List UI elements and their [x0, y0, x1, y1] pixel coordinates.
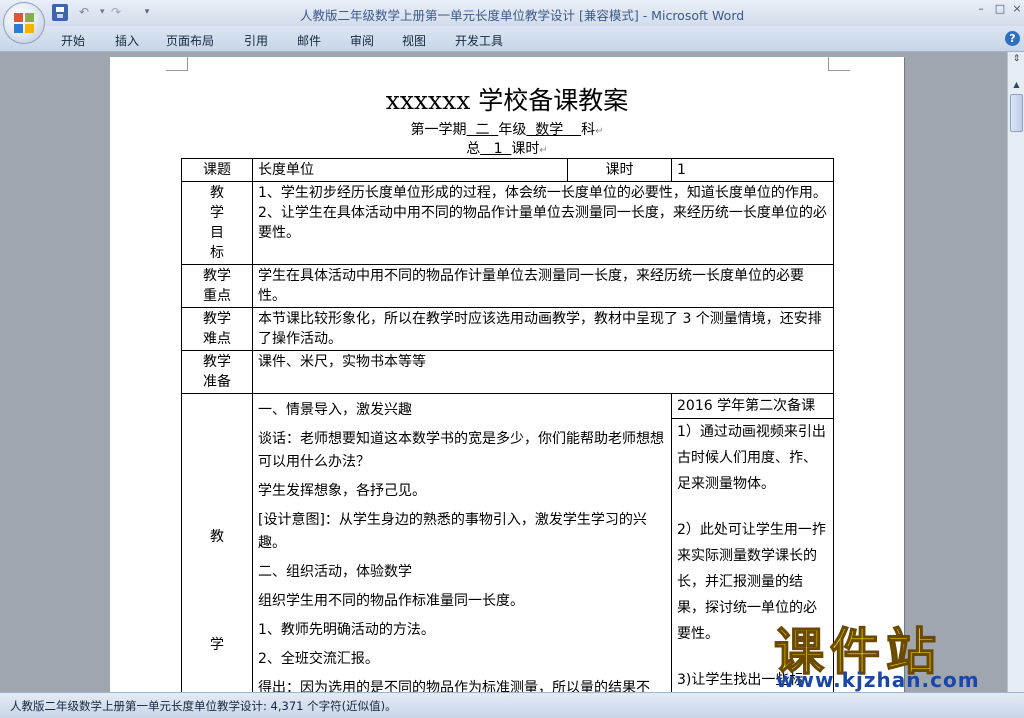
preparation-label: 教学 准备: [181, 350, 253, 394]
process-line: 谈话：老师想要知道这本数学书的宽是多少，你们能帮助老师想想可以用什么办法？: [258, 431, 664, 470]
goals-cell[interactable]: 1、学生初步经历长度单位形成的过程，体会统一长度单位的必要性，知道长度单位的作用…: [252, 181, 834, 265]
topic-label: 课题: [181, 158, 253, 182]
goals-item-1: 1、学生初步经历长度单位形成的过程，体会统一长度单位的必要性，知道长度单位的作用…: [258, 185, 827, 201]
table-row: 教学 准备 课件、米尺，实物书本等等: [181, 350, 834, 394]
topic-value[interactable]: 长度单位: [252, 158, 568, 182]
margin-corner-mark: [828, 57, 850, 71]
undo-icon[interactable]: ↶: [76, 4, 92, 21]
save-icon[interactable]: [52, 4, 68, 21]
status-text: 人教版二年级数学上册第一单元长度单位教学设计: 4,371 个字符(近似值)。: [10, 699, 397, 713]
paragraph-mark-icon: ↵: [539, 145, 548, 156]
grade-value: 二: [466, 122, 499, 138]
watermark-url: www.kjzhan.com: [776, 668, 980, 692]
close-button[interactable]: ×: [1008, 2, 1024, 16]
difficulties-label: 教学 难点: [181, 307, 253, 351]
table-row: 教学 难点 本节课比较形象化，所以在教学时应该选用动画教学，教材中呈现了 3 个…: [181, 307, 834, 351]
total-count: 1: [480, 141, 512, 157]
help-icon[interactable]: ?: [1005, 31, 1020, 46]
table-row: 教 学 目 标 1、学生初步经历长度单位形成的过程，体会统一长度单位的必要性，知…: [181, 181, 834, 265]
office-button[interactable]: [3, 2, 45, 44]
document-heading: xxxxxx 学校备课教案: [385, 86, 629, 115]
redo-icon[interactable]: ↷: [108, 4, 124, 21]
process-line: 2、全班交流汇报。: [258, 651, 379, 667]
periods-label: 课时: [567, 158, 672, 182]
document-page[interactable]: xxxxxx 学校备课教案 第一学期 二 年级 数学 科↵ 总 1 课时↵ 课题…: [110, 57, 904, 692]
minimize-button[interactable]: –: [972, 2, 990, 16]
dropdown-arrow-icon[interactable]: ▾: [100, 7, 105, 17]
tab-mailings[interactable]: 邮件: [297, 32, 321, 49]
goals-label: 教 学 目 标: [181, 181, 253, 265]
tab-page-layout[interactable]: 页面布局: [166, 32, 214, 49]
tab-insert[interactable]: 插入: [115, 32, 139, 49]
grade-label: 年级: [498, 122, 527, 138]
office-logo-icon: [14, 13, 34, 33]
customize-toolbar-icon[interactable]: ▾: [139, 4, 155, 21]
status-bar: 人教版二年级数学上册第一单元长度单位教学设计: 4,371 个字符(近似值)。: [0, 692, 1024, 718]
term-line: 第一学期 二 年级 数学 科↵: [110, 119, 904, 139]
paragraph-mark-icon: ↵: [595, 126, 604, 137]
term-prefix: 第一学期: [410, 122, 467, 138]
key-points-label: 教学 重点: [181, 264, 253, 308]
table-row: 课题 长度单位 课时 1: [181, 158, 834, 182]
process-line: [设计意图]：从学生身边的熟悉的事物引入，激发学生学习的兴趣。: [258, 512, 647, 551]
tab-view[interactable]: 视图: [402, 32, 426, 49]
total-periods-line: 总 1 课时↵: [110, 138, 904, 158]
lesson-plan-table: 课题 长度单位 课时 1 教 学 目 标 1、学生初步经历长度单位形成的过程，体…: [181, 158, 834, 692]
process-line: 学生发挥想象，各抒己见。: [258, 483, 426, 499]
revision-header: 2016 学年第二次备课: [672, 394, 833, 419]
key-points-value[interactable]: 学生在具体活动中用不同的物品作计量单位去测量同一长度，来经历统一长度单位的必要性…: [252, 264, 834, 308]
revision-note: 1）通过动画视频来引出古时候人们用度、拃、足来测量物体。: [677, 424, 826, 492]
process-cell[interactable]: 一、情景导入，激发兴趣 谈话：老师想要知道这本数学书的宽是多少，你们能帮助老师想…: [252, 393, 672, 692]
tab-home[interactable]: 开始: [61, 32, 85, 49]
site-watermark: 课件站 www.kjzhan.com: [770, 612, 1020, 694]
scrollbar-thumb[interactable]: [1010, 94, 1023, 132]
vertical-scrollbar[interactable]: ⇕ ▲: [1007, 52, 1024, 692]
process-label: 教 学: [181, 393, 253, 692]
ribbon-tab-bar: 开始 插入 页面布局 引用 邮件 审阅 视图 开发工具 ?: [0, 26, 1024, 52]
process-line: 组织学生用不同的物品作标准量同一长度。: [258, 593, 524, 609]
scroll-up-icon[interactable]: ▲: [1010, 78, 1023, 92]
table-row: 教学 重点 学生在具体活动中用不同的物品作计量单位去测量同一长度，来经历统一长度…: [181, 264, 834, 308]
preparation-value[interactable]: 课件、米尺，实物书本等等: [252, 350, 834, 394]
process-line: 1、教师先明确活动的方法。: [258, 622, 435, 638]
subject-label: 科: [581, 122, 596, 138]
goals-item-2: 2、让学生在具体活动中用不同的物品作计量单位去测量同一长度，来经历统一长度单位的…: [258, 205, 827, 241]
maximize-button[interactable]: □: [991, 2, 1009, 16]
difficulties-value[interactable]: 本节课比较形象化，所以在教学时应该选用动画教学，教材中呈现了 3 个测量情境，还…: [252, 307, 834, 351]
tab-references[interactable]: 引用: [244, 32, 268, 49]
tab-developer[interactable]: 开发工具: [455, 32, 503, 49]
title-bar: ↶ ▾ ↷ ▾ 人教版二年级数学上册第一单元长度单位教学设计 [兼容模式] - …: [0, 0, 1024, 44]
process-line: 一、情景导入，激发兴趣: [258, 402, 412, 418]
subject-value: 数学: [526, 122, 582, 138]
total-prefix: 总: [466, 141, 481, 157]
window-title: 人教版二年级数学上册第一单元长度单位教学设计 [兼容模式] - Microsof…: [300, 8, 745, 23]
table-row: 教 学 一、情景导入，激发兴趣 谈话：老师想要知道这本数学书的宽是多少，你们能帮…: [181, 393, 834, 692]
tab-review[interactable]: 审阅: [350, 32, 374, 49]
split-icon[interactable]: ⇕: [1010, 54, 1023, 66]
document-workspace[interactable]: xxxxxx 学校备课教案 第一学期 二 年级 数学 科↵ 总 1 课时↵ 课题…: [0, 52, 1007, 692]
process-line: 得出：因为选用的是不同的物品作为标准测量，所以量的结果不同。: [258, 680, 650, 692]
process-line: 二、组织活动，体验数学: [258, 564, 412, 580]
margin-corner-mark: [166, 57, 188, 71]
periods-value[interactable]: 1: [671, 158, 834, 182]
total-suffix: 课时: [511, 141, 540, 157]
